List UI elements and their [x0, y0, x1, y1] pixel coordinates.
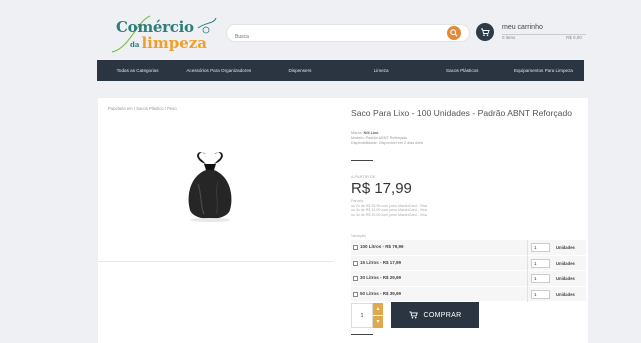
product-page: Papelaria em / Sacos Plástico / Peso Sac…	[98, 98, 588, 343]
quantity-input[interactable]: 1	[351, 303, 373, 328]
variation-label-text: 15 Litros - R$ 17,99	[360, 259, 402, 265]
variation-separator	[527, 286, 528, 302]
brand-label: Marca:	[351, 131, 363, 135]
variation-label: Variação	[351, 234, 366, 238]
nav-item-organizer-accessories[interactable]: Acessórios Para Organizadores	[178, 60, 259, 81]
category-nav: Todas as Categorias Acessórios Para Orga…	[97, 60, 584, 81]
variation-separator	[527, 240, 528, 256]
variation-checkbox[interactable]	[353, 291, 358, 297]
increment-icon[interactable]: ▴	[373, 303, 383, 315]
breadcrumb[interactable]: Papelaria em / Sacos Plástico / Peso	[108, 106, 177, 111]
variation-checkbox[interactable]	[353, 260, 358, 266]
brand-value: Kill Lixo	[363, 131, 379, 135]
variation-label-text: 30 Litros - R$ 29,99	[360, 275, 402, 280]
variation-unit: Unidades	[556, 291, 575, 297]
variation-qty-input[interactable]: 1	[531, 274, 550, 283]
logo-text-secondary: da limpeza	[130, 34, 207, 52]
search-bar	[226, 24, 470, 45]
nav-item-cleaning-equipment[interactable]: Equipamentos Para Limpeza	[503, 60, 584, 81]
variation-table: 100 Litros - R$ 79,99 1 Unidades 15 Litr…	[351, 240, 586, 302]
variation-label-text: 50 Litros - R$ 39,99	[360, 290, 402, 296]
cart-button[interactable]	[476, 23, 494, 41]
cart-total: R$ 0,00	[566, 35, 582, 40]
product-meta: Marca: Kill Lixo Modelo: Padrão ABNT Ref…	[351, 131, 423, 146]
installments: Parcela ou 2x de R$ 35,99 com juros Mast…	[351, 199, 427, 217]
variation-checkbox[interactable]	[353, 245, 358, 250]
buy-button-label: COMPRAR	[423, 311, 462, 319]
variation-separator	[527, 255, 528, 271]
cart-button-icon	[409, 311, 418, 319]
nav-item-plastic-bags[interactable]: Sacos Plásticos	[422, 60, 503, 81]
nav-item-all-categories[interactable]: Todas as Categorias	[97, 60, 178, 81]
decrement-icon[interactable]: ▾	[373, 316, 383, 328]
model-value: Padrão ABNT Reforçado	[365, 136, 408, 140]
variation-separator	[527, 271, 528, 287]
variation-row: 15 Litros - R$ 17,99 1 Unidades	[351, 255, 586, 271]
price-label: A PARTIR DE	[351, 174, 376, 179]
availability-value: Disponível em 2 dias úteis	[378, 141, 424, 145]
quantity-stepper: ▴ ▾	[373, 303, 383, 328]
bottom-divider	[351, 334, 373, 335]
variation-row: 100 Litros - R$ 79,99 1 Unidades	[351, 240, 586, 256]
variation-qty-input[interactable]: 1	[531, 258, 550, 268]
site-header: Comércio dalimpeza meu carrinho 0 itens …	[92, 10, 592, 58]
variation-qty-input[interactable]: 1	[531, 289, 550, 299]
model-label: Modelo:	[351, 136, 365, 140]
nav-item-dispensers[interactable]: Dispensers	[259, 60, 340, 81]
search-input[interactable]	[227, 29, 427, 45]
trash-bag-product-image[interactable]	[184, 150, 236, 224]
cart-icon	[481, 28, 490, 36]
buy-button[interactable]: COMPRAR	[391, 302, 479, 328]
cart-title[interactable]: meu carrinho	[502, 24, 543, 31]
logo-text-word: limpeza	[141, 34, 207, 52]
search-button[interactable]	[447, 26, 461, 40]
logo-text-prefix: da	[130, 39, 140, 49]
cart-item-count: 0 itens	[502, 35, 516, 40]
logo[interactable]: Comércio da limpeza	[110, 12, 218, 56]
variation-unit: Unidades	[556, 260, 575, 266]
nav-item-cleaning[interactable]: Limeza	[341, 60, 422, 81]
search-icon	[450, 29, 458, 37]
variation-row: 30 Litros - R$ 29,99 1 Unidades	[351, 271, 586, 287]
product-title: Saco Para Lixo - 100 Unidades - Padrão A…	[351, 108, 573, 118]
variation-row: 50 Litros - R$ 39,99 1 Unidades	[351, 286, 586, 302]
variation-unit: Unidades	[556, 276, 575, 281]
variation-checkbox[interactable]	[353, 276, 358, 281]
price-divider	[351, 160, 373, 161]
installment-line: ou 4x de R$ 10,00 com juros MasterCard -…	[351, 212, 427, 217]
availability-label: Disponibilidade:	[351, 141, 378, 145]
variation-label-text: 100 Litros - R$ 79,99	[360, 244, 404, 249]
variation-unit: Unidades	[556, 245, 575, 250]
product-price: R$ 17,99	[351, 180, 412, 197]
variation-qty-input[interactable]: 1	[531, 243, 550, 252]
image-divider	[98, 261, 333, 262]
